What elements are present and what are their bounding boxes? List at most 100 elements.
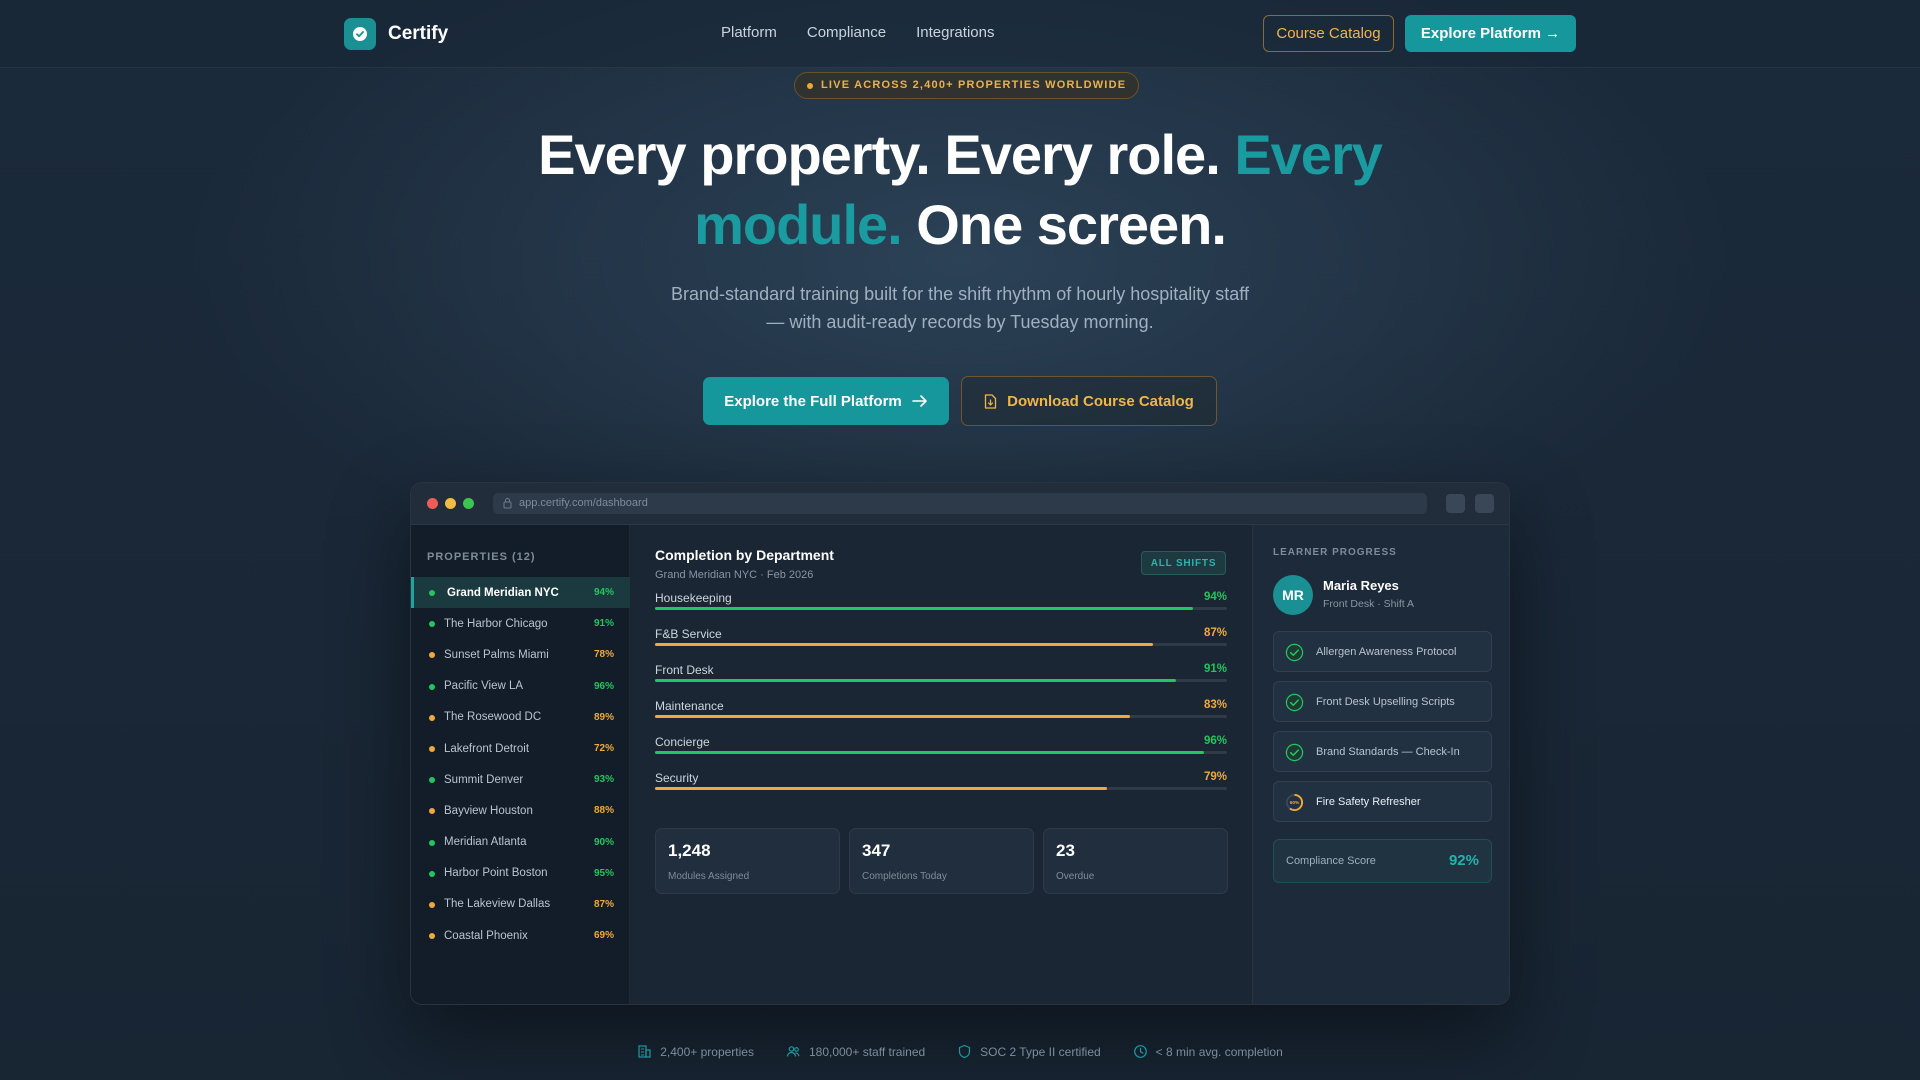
- download-course-catalog-button[interactable]: Download Course Catalog: [961, 376, 1217, 426]
- status-dot-icon: [429, 590, 435, 596]
- footer-stat: 2,400+ properties: [637, 1044, 754, 1059]
- status-dot-icon: [429, 745, 435, 752]
- brand[interactable]: Certify: [344, 18, 448, 50]
- department-name: F&B Service: [655, 627, 722, 641]
- department-percent: 94%: [1203, 591, 1227, 603]
- module-item[interactable]: Front Desk Upselling Scripts: [1273, 681, 1492, 722]
- module-item[interactable]: 60% Fire Safety Refresher: [1273, 781, 1492, 822]
- module-label: Fire Safety Refresher: [1316, 796, 1421, 808]
- module-label: Brand Standards — Check-In: [1316, 746, 1460, 758]
- progress-fill: [655, 679, 1176, 682]
- explore-platform-button[interactable]: Explore Platform →: [1405, 15, 1576, 52]
- lock-icon: [503, 498, 512, 509]
- stat-card: 347 Completions Today: [849, 828, 1034, 894]
- progress-fill: [655, 643, 1153, 646]
- sidebar-item-property[interactable]: The Lakeview Dallas 87%: [411, 889, 630, 920]
- progress-fill: [655, 715, 1130, 718]
- brand-name: Certify: [388, 23, 449, 44]
- property-name: The Rosewood DC: [444, 711, 542, 724]
- logo-check-icon: [344, 18, 376, 50]
- maximize-dot-icon[interactable]: [463, 498, 474, 509]
- property-percent: 94%: [593, 587, 614, 599]
- property-percent: 89%: [593, 711, 614, 723]
- nav-link-platform[interactable]: Platform: [721, 24, 777, 41]
- sidebar-item-property[interactable]: Grand Meridian NYC 94%: [411, 577, 630, 609]
- minimize-dot-icon[interactable]: [445, 498, 456, 509]
- window-menu-icon[interactable]: [1475, 494, 1494, 513]
- explore-full-platform-button[interactable]: Explore the Full Platform: [703, 377, 949, 425]
- property-name: Harbor Point Boston: [444, 867, 548, 880]
- hero-title-part1: Every property. Every role.: [538, 123, 1235, 186]
- sidebar-item-property[interactable]: Pacific View LA 96%: [411, 671, 630, 702]
- nav-links: Platform Compliance Integrations: [721, 24, 1024, 41]
- status-dot-icon: [429, 621, 435, 628]
- sidebar-item-property[interactable]: Harbor Point Boston 95%: [411, 858, 630, 889]
- properties-sidebar: PROPERTIES (12) Grand Meridian NYC 94% The…: [411, 525, 630, 1004]
- compliance-score-label: Compliance Score: [1286, 855, 1376, 867]
- footer-stat-text: 2,400+ properties: [660, 1044, 754, 1059]
- footer-stat: SOC 2 Type II certified: [957, 1044, 1101, 1059]
- footer-stat-text: SOC 2 Type II certified: [980, 1044, 1101, 1059]
- department-percent: 91%: [1203, 663, 1227, 675]
- live-badge: LIVE ACROSS 2,400+ PROPERTIES WORLDWIDE: [794, 72, 1140, 99]
- explore-full-platform-label: Explore the Full Platform: [724, 392, 902, 410]
- window-action-icon[interactable]: [1446, 494, 1465, 513]
- clock-icon: [1133, 1045, 1147, 1058]
- department-panel-title: Completion by Department: [655, 547, 834, 563]
- sidebar-item-property[interactable]: The Rosewood DC 89%: [411, 702, 630, 733]
- close-dot-icon[interactable]: [427, 498, 438, 509]
- module-item[interactable]: Allergen Awareness Protocol: [1273, 631, 1492, 672]
- property-name: Meridian Atlanta: [444, 836, 527, 849]
- building-icon: [638, 1045, 651, 1058]
- sidebar-item-property[interactable]: Meridian Atlanta 90%: [411, 827, 630, 858]
- property-percent: 88%: [593, 805, 614, 817]
- progress-fill: [655, 751, 1205, 754]
- compliance-score: Compliance Score 92%: [1273, 839, 1492, 883]
- stat-label: Overdue: [1056, 871, 1095, 882]
- check-circle-icon: [1285, 743, 1304, 762]
- department-percent: 79%: [1203, 771, 1227, 783]
- module-label: Front Desk Upselling Scripts: [1316, 696, 1455, 708]
- sidebar-item-property[interactable]: Bayview Houston 88%: [411, 795, 630, 826]
- properties-heading: PROPERTIES (12): [427, 551, 536, 563]
- progress-fill: [655, 607, 1193, 610]
- department-percent: 83%: [1203, 699, 1227, 711]
- property-percent: 90%: [593, 836, 614, 848]
- sidebar-item-property[interactable]: Coastal Phoenix 69%: [411, 920, 630, 951]
- property-percent: 93%: [593, 774, 614, 786]
- address-url: app.certify.com/dashboard: [519, 497, 648, 509]
- department-row: Concierge 96%: [655, 735, 1227, 765]
- footer-stat: 180,000+ staff trained: [786, 1044, 925, 1059]
- dashboard-window: app.certify.com/dashboard PROPERTIES (12…: [410, 482, 1510, 1005]
- progress-ring-label: 60%: [1290, 800, 1300, 806]
- sidebar-item-property[interactable]: Sunset Palms Miami 78%: [411, 639, 630, 670]
- property-name: Sunset Palms Miami: [444, 648, 549, 661]
- progress-track: [655, 643, 1227, 646]
- property-percent: 72%: [593, 743, 614, 755]
- course-catalog-button[interactable]: Course Catalog: [1263, 15, 1394, 52]
- department-percent: 87%: [1203, 627, 1227, 639]
- nav-link-compliance[interactable]: Compliance: [807, 24, 886, 41]
- all-shifts-button[interactable]: ALL SHIFTS: [1141, 551, 1226, 575]
- status-dot-icon: [429, 901, 435, 908]
- department-panel: Completion by Department Grand Meridian …: [630, 525, 1252, 1004]
- address-bar[interactable]: app.certify.com/dashboard: [493, 493, 1427, 514]
- department-row: Front Desk 91%: [655, 663, 1227, 693]
- learner-name: Maria Reyes: [1323, 578, 1399, 593]
- footer-stats: 2,400+ properties 180,000+ staff trained S…: [0, 1044, 1920, 1059]
- nav-link-integrations[interactable]: Integrations: [916, 24, 994, 41]
- status-dot-icon: [429, 652, 435, 659]
- module-item[interactable]: Brand Standards — Check-In: [1273, 731, 1492, 772]
- footer-stat: < 8 min avg. completion: [1133, 1044, 1283, 1059]
- status-dot-icon: [429, 777, 435, 784]
- check-circle-icon: [1285, 643, 1304, 662]
- avatar[interactable]: MR: [1273, 575, 1313, 615]
- department-name: Housekeeping: [655, 591, 732, 605]
- sidebar-item-property[interactable]: Summit Denver 93%: [411, 764, 630, 795]
- sidebar-item-property[interactable]: Lakefront Detroit 72%: [411, 733, 630, 764]
- property-name: The Harbor Chicago: [444, 617, 548, 630]
- sidebar-item-property[interactable]: The Harbor Chicago 91%: [411, 608, 630, 639]
- status-dot-icon: [429, 933, 435, 940]
- status-dot-icon: [429, 870, 435, 877]
- hero-title: Every property. Every role. Every module…: [460, 120, 1460, 260]
